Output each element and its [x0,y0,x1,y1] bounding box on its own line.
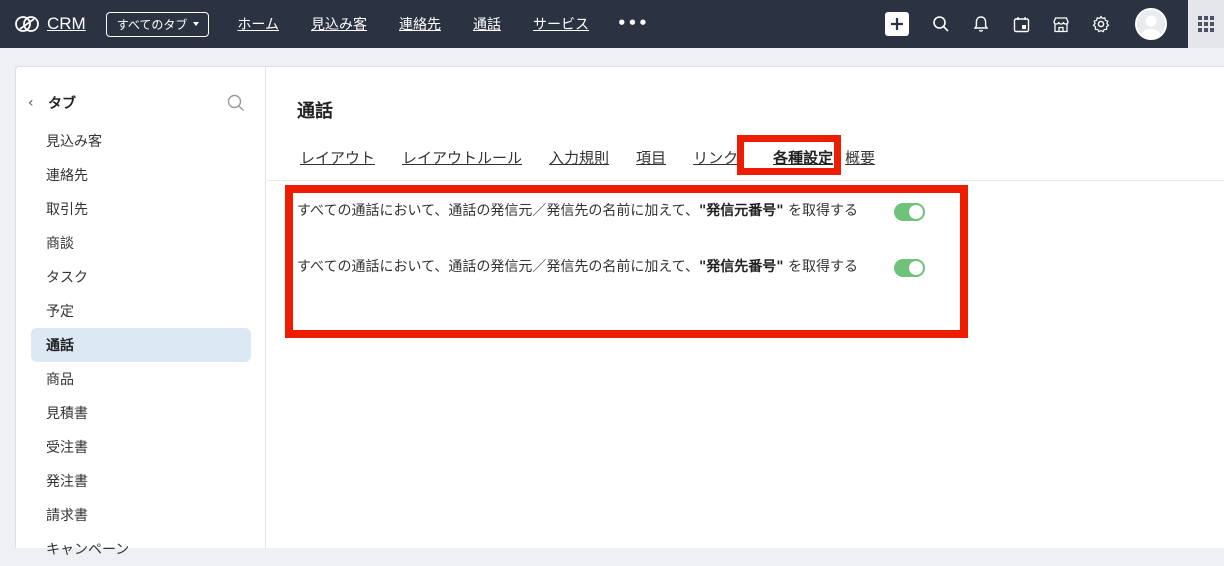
tab-divider [267,180,1224,181]
crm-logo[interactable]: CRM [14,0,86,48]
search-icon[interactable] [929,12,953,36]
more-icon[interactable]: ••• [617,14,649,34]
store-icon[interactable] [1049,12,1073,36]
top-bar: CRM すべてのタブ ホーム 見込み客 連絡先 通話 サービス ••• [0,0,1224,48]
back-icon[interactable]: ‹ [28,95,42,111]
sidebar-item-products[interactable]: 商品 [31,362,251,396]
sidebar-title: タブ [48,96,76,112]
sidebar-item-accounts[interactable]: 取引先 [31,192,251,226]
main-content: 通話 レイアウト レイアウトルール 入力規則 項目 リンク 各種設定 概要 すべ… [267,67,1224,549]
plus-icon[interactable] [885,12,909,36]
calendar-icon[interactable] [1009,12,1033,36]
sidebar-item-deals[interactable]: 商談 [31,226,251,260]
sidebar-item-calls[interactable]: 通話 [31,328,251,362]
sidebar-item-purchase-orders[interactable]: 発注書 [31,464,251,498]
sidebar-item-leads[interactable]: 見込み客 [31,124,251,158]
tab-links[interactable]: リンク [693,147,738,168]
settings-panel: ‹ タブ 見込み客 連絡先 取引先 商談 タスク 予定 通話 商品 見積書 受注… [15,66,1224,558]
nav-calls[interactable]: 通話 [473,14,501,34]
tab-layout-rules[interactable]: レイアウトルール [402,147,522,168]
header-actions [885,0,1113,48]
nav-services[interactable]: サービス [533,14,589,34]
sidebar-header: ‹ タブ [28,93,76,113]
main-nav: ホーム 見込み客 連絡先 通話 サービス ••• [237,14,648,34]
search-icon[interactable] [227,94,245,116]
sidebar-item-contacts[interactable]: 連絡先 [31,158,251,192]
sidebar-item-invoices[interactable]: 請求書 [31,498,251,532]
all-tabs-dropdown[interactable]: すべてのタブ [105,11,210,37]
avatar-icon [1140,15,1162,38]
logo-text[interactable]: CRM [47,14,86,34]
gear-icon[interactable] [1089,12,1113,36]
grid-icon [1198,16,1214,32]
all-tabs-label: すべてのタブ [116,17,188,32]
sidebar-list: 見込み客 連絡先 取引先 商談 タスク 予定 通話 商品 見積書 受注書 発注書… [31,124,251,566]
tab-validation-rules[interactable]: 入力規則 [549,147,609,168]
tab-overview[interactable]: 概要 [845,147,875,168]
nav-contacts[interactable]: 連絡先 [399,14,441,34]
sidebar-item-tasks[interactable]: タスク [31,260,251,294]
bell-icon[interactable] [969,12,993,36]
highlight-box-settings [285,185,968,338]
tab-layout[interactable]: レイアウト [300,147,375,168]
nav-home[interactable]: ホーム [237,14,279,34]
sidebar-item-events[interactable]: 予定 [31,294,251,328]
highlight-box-settings-tab [737,135,841,175]
sidebar-item-quotes[interactable]: 見積書 [31,396,251,430]
logo-icon [15,16,39,32]
apps-grid-button[interactable] [1188,0,1224,48]
user-avatar[interactable] [1135,8,1167,40]
caret-down-icon [193,22,200,26]
nav-leads[interactable]: 見込み客 [311,14,367,34]
sidebar-item-campaigns[interactable]: キャンペーン [31,532,251,566]
sidebar-item-sales-orders[interactable]: 受注書 [31,430,251,464]
tabs-sidebar: ‹ タブ 見込み客 連絡先 取引先 商談 タスク 予定 通話 商品 見積書 受注… [16,67,266,558]
tab-fields[interactable]: 項目 [636,147,666,168]
page-title: 通話 [297,101,333,122]
